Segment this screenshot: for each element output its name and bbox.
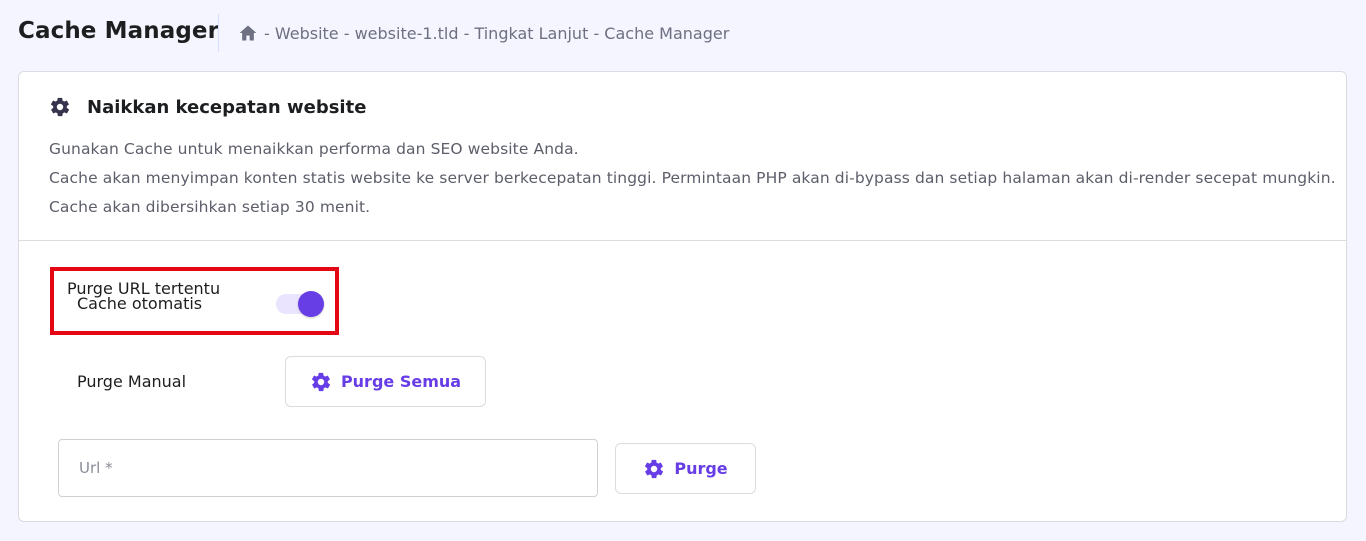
breadcrumb-item-cache-manager: - Cache Manager [593, 23, 730, 43]
description-line-1: Gunakan Cache untuk menaikkan performa d… [49, 140, 579, 158]
cache-card: Naikkan kecepatan website Gunakan Cache … [18, 71, 1347, 522]
breadcrumb-item-website[interactable]: - Website [264, 24, 339, 43]
page-header: Cache Manager - Website - website-1.tld … [0, 0, 1366, 68]
card-divider [19, 240, 1346, 241]
purge-all-label: Purge Semua [340, 372, 462, 391]
page-title: Cache Manager [18, 18, 220, 44]
purge-button[interactable]: Purge [615, 443, 756, 494]
url-input[interactable] [58, 439, 598, 497]
breadcrumb: - Website - website-1.tld - Tingkat Lanj… [238, 22, 729, 44]
toggle-knob [298, 291, 324, 317]
card-header: Naikkan kecepatan website Gunakan Cache … [19, 72, 1346, 241]
gear-icon [645, 459, 664, 478]
card-title: Naikkan kecepatan website [87, 96, 367, 118]
home-icon[interactable] [238, 23, 258, 43]
auto-cache-toggle[interactable] [276, 291, 324, 317]
gear-icon [50, 97, 70, 117]
purge-all-button[interactable]: Purge Semua [285, 356, 486, 407]
description-line-3: Cache akan dibersihkan setiap 30 menit. [49, 198, 371, 216]
auto-cache-label: Cache otomatis [77, 294, 203, 313]
purge-label: Purge [674, 459, 728, 478]
gear-icon [311, 372, 330, 391]
manual-purge-label: Purge Manual [77, 372, 187, 391]
card-title-row: Naikkan kecepatan website [49, 96, 366, 118]
breadcrumb-item-domain[interactable]: - website-1.tld [344, 24, 459, 43]
description-line-2: Cache akan menyimpan konten statis websi… [49, 169, 1336, 187]
breadcrumb-item-advanced[interactable]: - Tingkat Lanjut [464, 24, 589, 43]
header-divider [218, 14, 219, 52]
